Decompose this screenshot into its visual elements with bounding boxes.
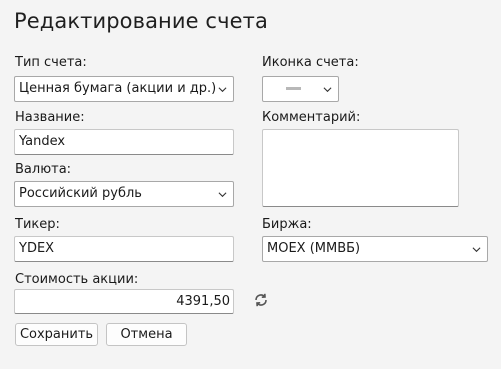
name-label: Название:: [15, 110, 85, 125]
chevron-down-icon: [472, 247, 481, 253]
share-price-input[interactable]: 4391,50: [14, 289, 234, 314]
currency-label: Валюта:: [15, 162, 72, 177]
account-type-value: Ценная бумага (акции и др.): [19, 81, 217, 96]
chevron-down-icon: [218, 192, 227, 198]
chevron-down-icon: [218, 87, 227, 93]
comment-label: Комментарий:: [262, 110, 361, 125]
exchange-label: Биржа:: [262, 217, 312, 232]
exchange-select[interactable]: MOEX (ММВБ): [262, 236, 488, 262]
account-icon-label: Иконка счета:: [262, 55, 359, 70]
cancel-button[interactable]: Отмена: [106, 323, 187, 346]
share-price-label: Стоимость акции:: [15, 272, 139, 287]
ticker-input[interactable]: YDEX: [14, 236, 234, 262]
account-type-label: Тип счета:: [15, 55, 87, 70]
page-title: Редактирование счета: [14, 9, 268, 33]
account-icon-select[interactable]: [262, 76, 339, 102]
currency-select[interactable]: Российский рубль: [14, 181, 234, 207]
edit-account-dialog: Редактирование счета Тип счета: Ценная б…: [0, 0, 501, 369]
chevron-down-icon: [323, 87, 332, 93]
name-input[interactable]: Yandex: [14, 129, 234, 155]
exchange-value: MOEX (ММВБ): [267, 241, 361, 256]
account-type-select[interactable]: Ценная бумага (акции и др.): [14, 76, 234, 102]
comment-textarea[interactable]: [262, 129, 459, 207]
refresh-icon[interactable]: [253, 292, 269, 308]
account-icon-swatch: [286, 87, 301, 90]
currency-value: Российский рубль: [19, 186, 142, 201]
ticker-label: Тикер:: [15, 217, 60, 232]
save-button[interactable]: Сохранить: [15, 323, 98, 346]
